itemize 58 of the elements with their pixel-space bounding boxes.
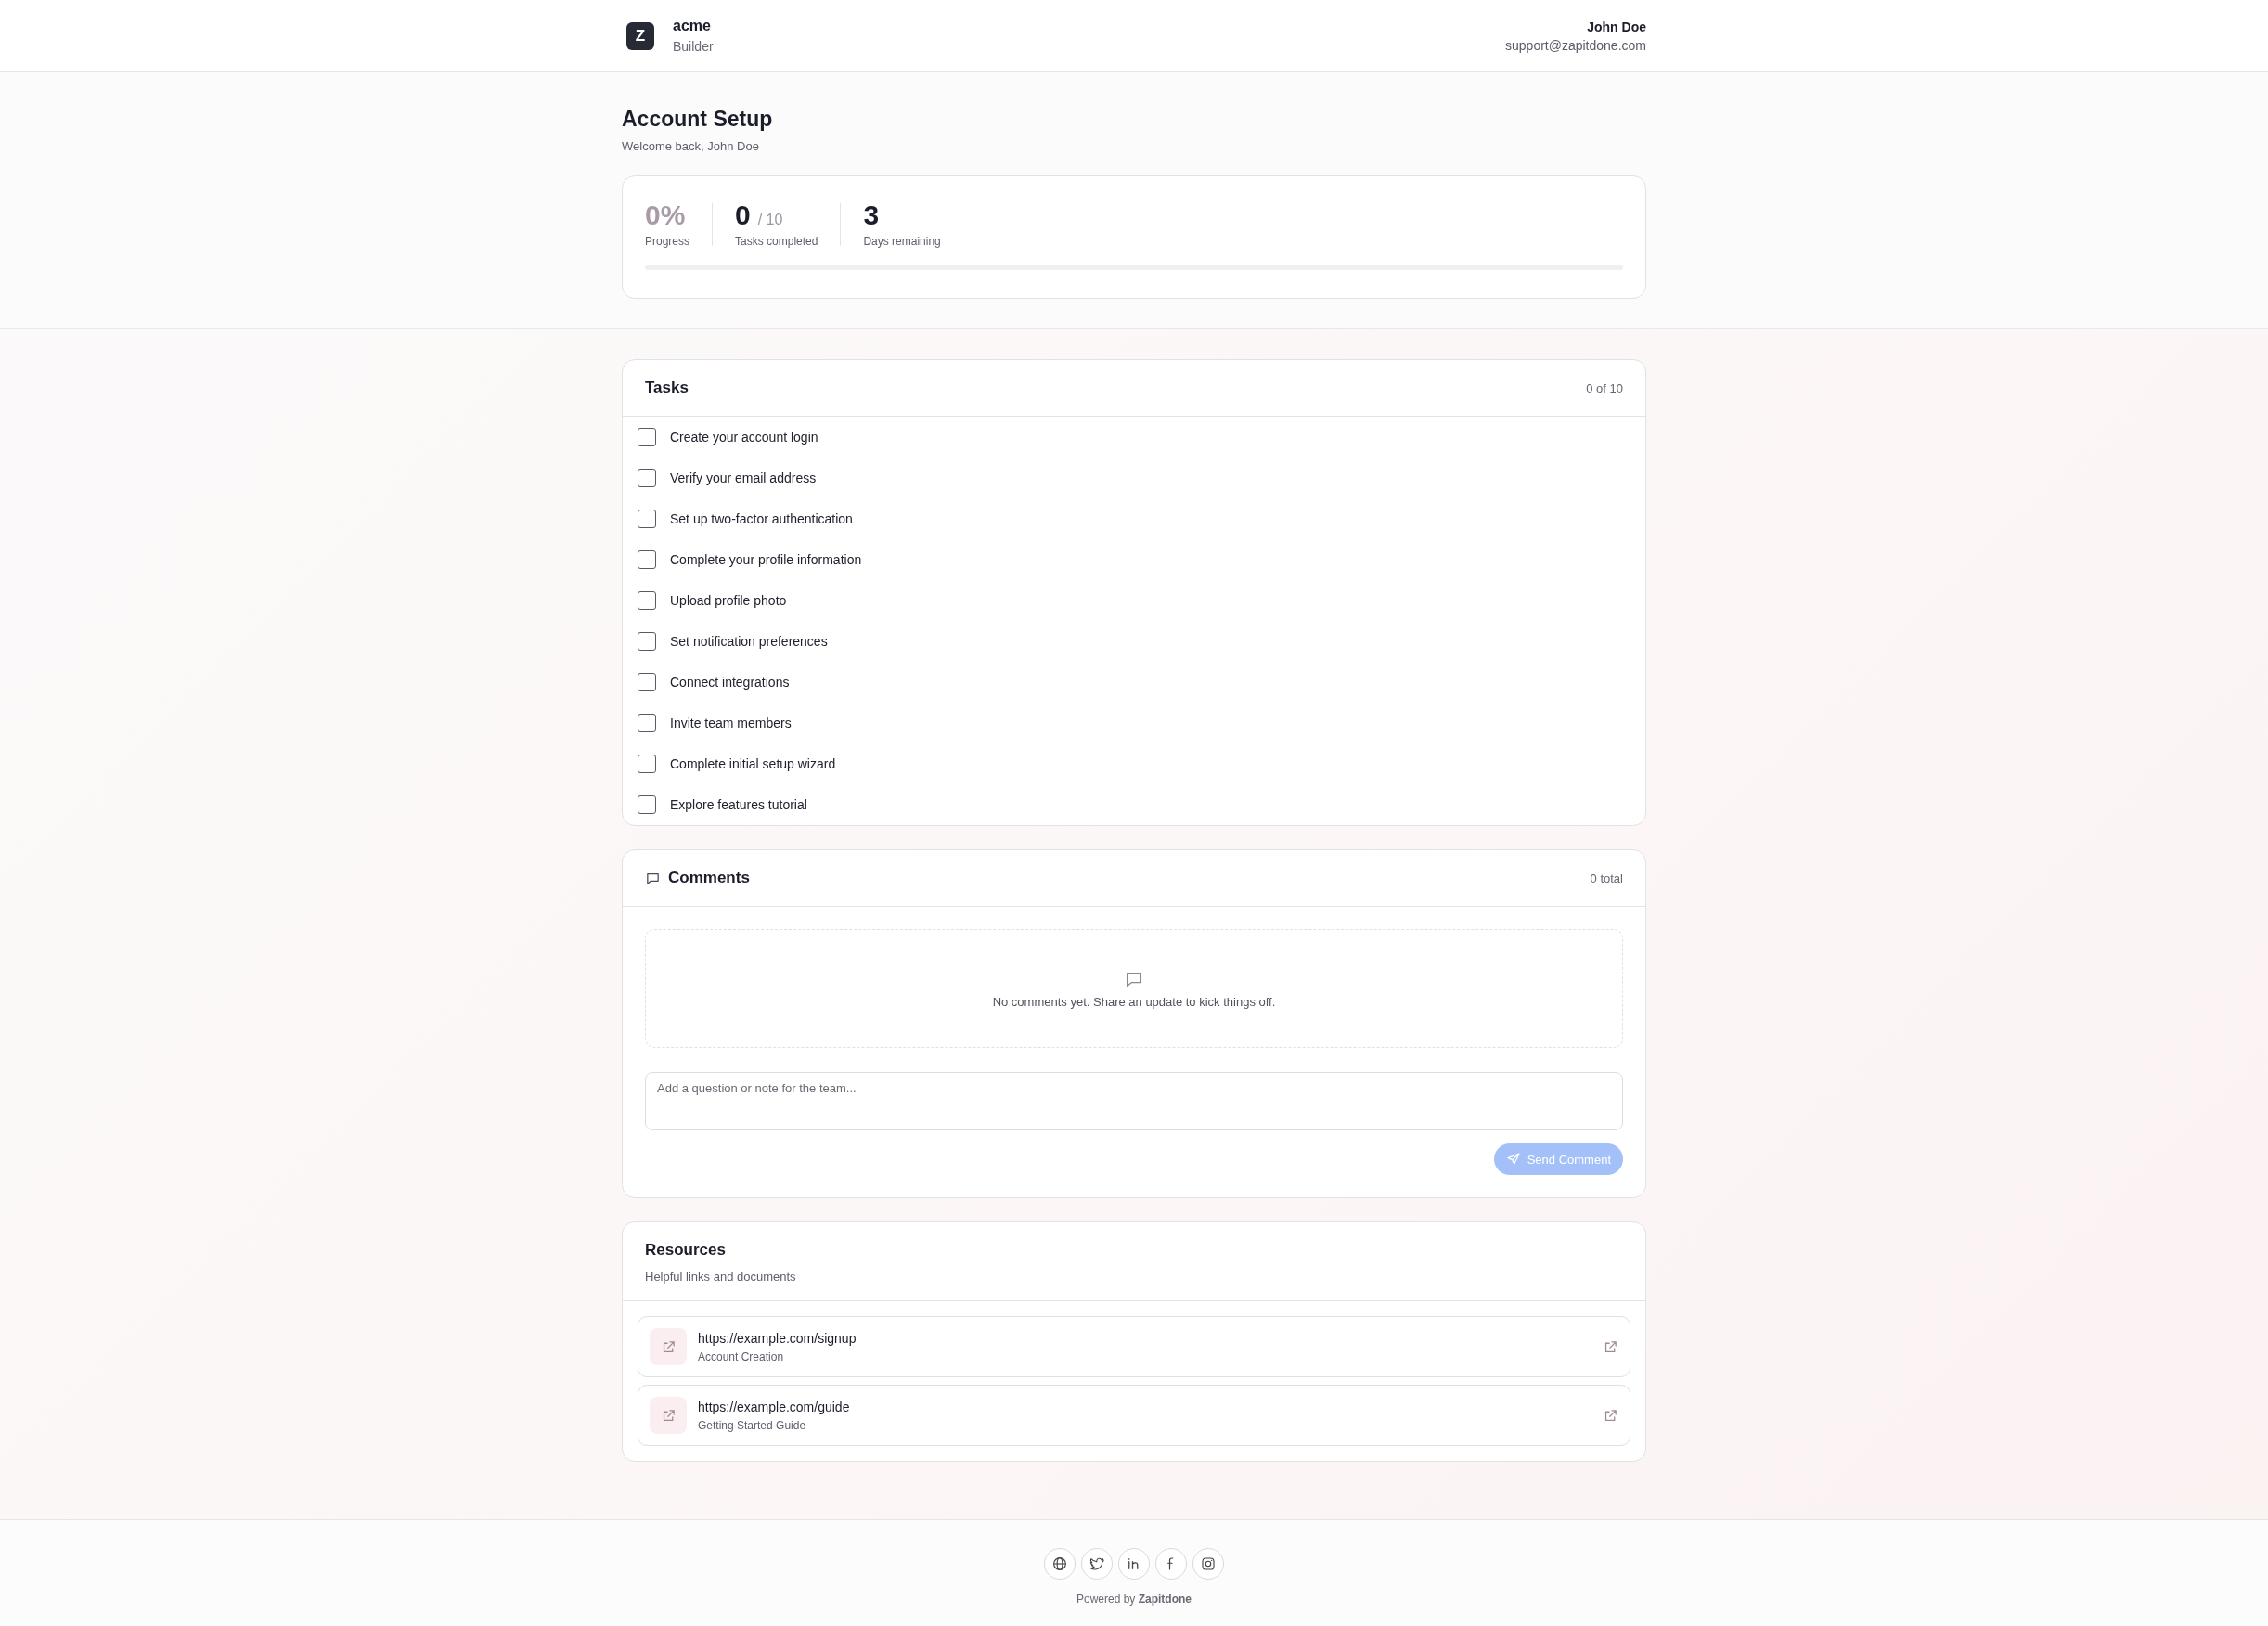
globe-icon[interactable]: [1044, 1548, 1076, 1580]
logo: Z: [626, 21, 654, 50]
task-label: Complete initial setup wizard: [670, 756, 836, 771]
checkbox[interactable]: [638, 714, 656, 732]
resource-url: https://example.com/signup: [698, 1330, 857, 1346]
brand-name: acme: [673, 18, 712, 34]
stat-label: Days remaining: [863, 235, 941, 248]
powered-by-text: Powered by Zapitdone: [1076, 1593, 1192, 1606]
send-icon: [1505, 1152, 1521, 1167]
checkbox[interactable]: [638, 550, 656, 569]
checkbox[interactable]: [638, 755, 656, 773]
external-link-icon: [650, 1328, 687, 1365]
checkbox[interactable]: [638, 673, 656, 691]
task-label: Set notification preferences: [670, 634, 828, 649]
bird-icon[interactable]: [1081, 1548, 1113, 1580]
resource-name: Getting Started Guide: [698, 1418, 807, 1432]
external-link-icon: [650, 1397, 687, 1434]
checkbox[interactable]: [638, 428, 656, 446]
resources-subtitle: Helpful links and documents: [645, 1270, 797, 1284]
checkbox[interactable]: [638, 469, 656, 487]
welcome-text: Welcome back, John Doe: [622, 139, 760, 153]
task-label: Complete your profile information: [670, 552, 862, 567]
comments-title: Comments: [668, 869, 750, 887]
resource-link[interactable]: https://example.com/guide Getting Started Guide: [638, 1385, 1630, 1446]
task-label: Upload profile photo: [670, 593, 787, 608]
task-label: Verify your email address: [670, 471, 817, 485]
comment-field[interactable]: Add a question or note for the team...: [645, 1072, 1623, 1130]
external-link-icon: [1603, 1338, 1618, 1355]
progress-value: 0%: [645, 201, 687, 229]
empty-message: No comments yet. Share an update to kick things off.: [992, 994, 1276, 1009]
tasks-title: Tasks: [645, 379, 689, 397]
task-label: Explore features tutorial: [670, 797, 807, 812]
checkbox[interactable]: [638, 632, 656, 651]
task-label: Create your account login: [670, 430, 818, 445]
days-remaining-value: 3: [863, 201, 881, 229]
resources-title: Resources: [645, 1241, 727, 1259]
resource-name: Account Creation: [698, 1349, 785, 1363]
resource-link[interactable]: https://example.com/signup Account Creation: [638, 1316, 1630, 1377]
page-title: Account Setup: [622, 107, 774, 132]
task-label: Invite team members: [670, 716, 792, 730]
linkedin-icon[interactable]: [1118, 1548, 1150, 1580]
tasks-completed-value: 0: [735, 201, 751, 229]
resource-url: https://example.com/guide: [698, 1399, 850, 1414]
instagram-icon[interactable]: [1192, 1548, 1224, 1580]
stat-label: Progress: [645, 235, 690, 248]
brand-subtitle: Builder: [673, 39, 714, 54]
checkbox[interactable]: [638, 795, 656, 814]
checkbox[interactable]: [638, 591, 656, 610]
comments-count: 0 total: [1590, 871, 1623, 885]
user-email: support@zapitdone.com: [1505, 37, 1646, 53]
external-link-icon: [1603, 1407, 1618, 1424]
checkbox[interactable]: [638, 510, 656, 528]
tasks-count: 0 of 10: [1586, 381, 1623, 395]
task-label: Set up two-factor authentication: [670, 511, 853, 526]
user-name: John Doe: [1587, 19, 1646, 34]
tasks-total: / 10: [757, 212, 783, 228]
stat-label: Tasks completed: [735, 235, 818, 248]
task-label: Connect integrations: [670, 675, 790, 690]
